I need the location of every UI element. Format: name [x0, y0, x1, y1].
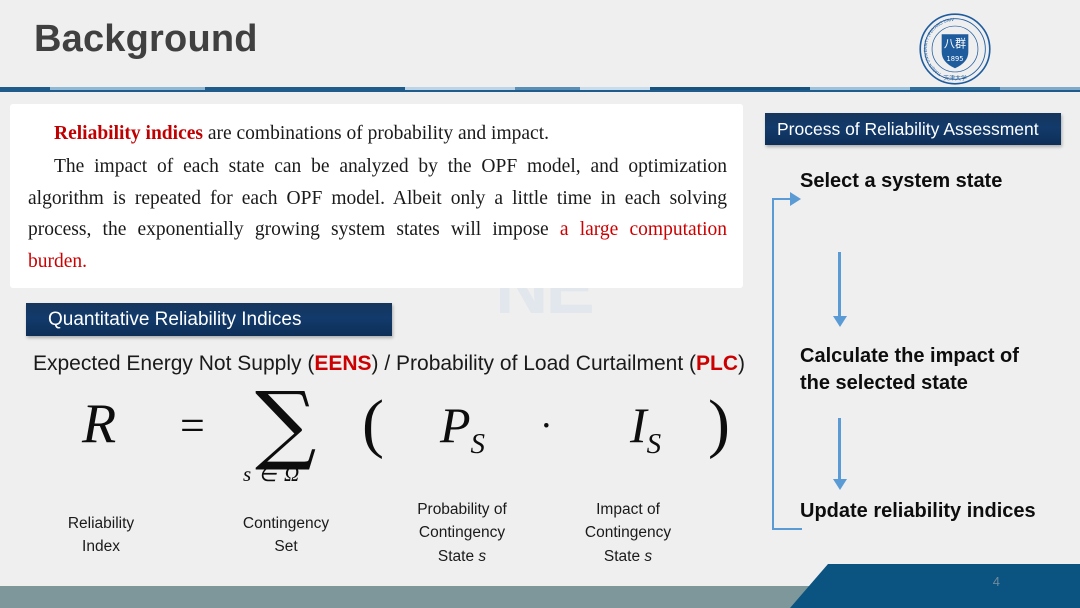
caption-line: Contingency [584, 524, 672, 542]
paragraph1-rest: are combinations of probability and impa… [202, 123, 549, 144]
loop-bottom-line [772, 528, 802, 530]
formula-symbol-R: R [82, 393, 117, 455]
paragraph-reliability-indices: Reliability indices are combinations of … [28, 118, 727, 150]
indices-definition-line: Expected Energy Not Supply (EENS) / Prob… [33, 352, 745, 376]
reliability-formula: R = ∑ s ∈ Ω ( PS · IS ) [40, 374, 740, 490]
formula-left-paren: ( [362, 387, 384, 460]
divider-segment [650, 87, 810, 90]
paragraph-opf-burden: The impact of each state can be analyzed… [28, 151, 727, 278]
svg-text:天津大学: 天津大学 [943, 74, 967, 82]
divider-segment [0, 87, 50, 90]
divider-segment [580, 87, 650, 90]
divider-segment [1000, 87, 1080, 90]
caption-line: Set [274, 538, 298, 556]
caption-line: Reliability [67, 515, 135, 532]
formula-symbol-P: PS [440, 397, 486, 460]
indices-suffix: ) [738, 352, 745, 375]
formula-multiply-dot: · [540, 405, 553, 447]
flow-arrow-down-2-icon [832, 418, 847, 490]
formula-caption-impact-state: Impact of Contingency State s [558, 498, 698, 568]
indices-acronym-plc: PLC [696, 352, 738, 375]
caption-line: Impact of [596, 501, 660, 518]
formula-caption-contingency-set: Contingency Set [222, 512, 350, 559]
loop-arrowhead [790, 192, 801, 206]
caption-line-italic-s: State s [603, 547, 653, 565]
formula-sum-subscript: s ∈ Ω [243, 462, 301, 486]
divider-segment [205, 87, 405, 90]
caption-line-italic-s: State s [437, 547, 487, 565]
divider-base-line [0, 90, 1080, 92]
formula-caption-reliability-index: Reliability Index [42, 512, 160, 559]
loop-vertical-line [772, 198, 774, 530]
caption-line: Index [82, 538, 120, 556]
indices-acronym-eens: EENS [314, 352, 372, 375]
flow-step-select-system-state: Select a system state [800, 170, 1003, 192]
divider-segment [405, 87, 515, 90]
formula-caption-probability-state: Probability of Contingency State s [392, 498, 532, 568]
banner-process-of-reliability-assessment: Process of Reliability Assessment [765, 113, 1061, 145]
footer-angled-shape [790, 564, 1080, 608]
formula-right-paren: ) [708, 387, 730, 460]
banner-indices-label: Quantitative Reliability Indices [48, 308, 302, 330]
paragraph1-lead: Reliability indices [54, 123, 203, 144]
formula-symbol-I: IS [630, 397, 662, 460]
formula-summation-icon: ∑ [255, 374, 317, 474]
banner-process-label: Process of Reliability Assessment [777, 118, 1039, 139]
page-number: 4 [992, 574, 1000, 589]
university-logo-icon: 八群 1895 TIANJIN UNIVERSITY (PEIYANG UNIV… [916, 8, 992, 86]
indices-middle: ) / Probability of Load Curtailment ( [371, 352, 696, 375]
slide-root: Background 八群 1895 TIANJIN UNIVERSITY (P… [0, 0, 1080, 608]
indices-prefix: Expected Energy Not Supply ( [33, 352, 315, 375]
divider-segment [515, 87, 580, 90]
page-title: Background [34, 18, 258, 60]
svg-text:1895: 1895 [947, 55, 964, 63]
caption-line: Contingency [418, 524, 506, 542]
divider-segment [810, 87, 910, 90]
divider-segment [50, 87, 205, 90]
banner-quantitative-reliability-indices: Quantitative Reliability Indices [26, 303, 392, 336]
formula-equals: = [180, 401, 205, 450]
flow-loopback-arrow-icon [772, 192, 812, 530]
flow-step-update-indices: Update reliability indices [800, 500, 1036, 522]
loop-top-line [772, 198, 792, 200]
svg-text:八群: 八群 [944, 37, 966, 51]
flow-arrow-down-1-icon [832, 252, 847, 327]
background-text-panel: Reliability indices are combinations of … [10, 104, 743, 288]
caption-line: Probability of [417, 501, 507, 518]
caption-line: Contingency [242, 515, 330, 532]
divider-segment [910, 87, 1000, 90]
flow-step-calculate-impact: Calculate the impact of the selected sta… [800, 345, 1019, 394]
